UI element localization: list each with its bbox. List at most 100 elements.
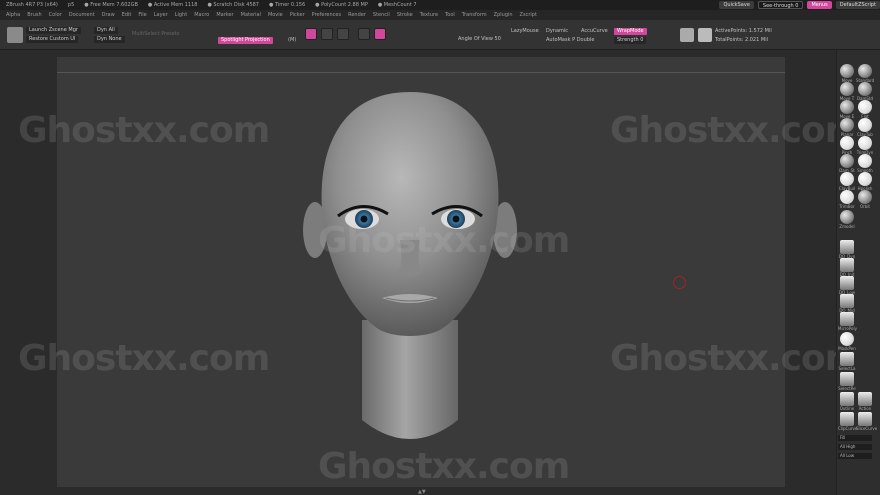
- menu-light[interactable]: Light: [175, 10, 187, 20]
- menu-document[interactable]: Document: [69, 10, 95, 20]
- brush-standard[interactable]: Standard: [856, 64, 874, 83]
- menu-preferences[interactable]: Preferences: [312, 10, 341, 20]
- menu-marker[interactable]: Marker: [216, 10, 233, 20]
- material-swatch-icon[interactable]: [680, 28, 694, 42]
- head-sculpt[interactable]: [300, 90, 520, 450]
- all-high-button[interactable]: All High: [838, 444, 872, 450]
- watermark-text: Ghostxx.com: [610, 110, 862, 151]
- brush-pinch[interactable]: Pinch: [838, 136, 856, 155]
- brush-damstandard[interactable]: DamStd: [856, 82, 874, 101]
- menu-zplugin[interactable]: Zplugin: [494, 10, 513, 20]
- symmetry-x-icon[interactable]: [305, 28, 317, 40]
- document-name: p5: [67, 2, 75, 8]
- brush-trimdynamic[interactable]: TrimDyn: [856, 136, 874, 155]
- active-mem: ● Active Mem 1118: [147, 2, 198, 8]
- menu-color[interactable]: Color: [49, 10, 62, 20]
- brush-move[interactable]: Move: [838, 64, 856, 83]
- brush-outline[interactable]: Outline: [838, 392, 856, 411]
- watermark-text: Ghostxx.com: [18, 110, 270, 151]
- menu-transform[interactable]: Transform: [462, 10, 487, 20]
- spotlight-key-label: (M): [288, 37, 297, 43]
- brush-action[interactable]: Action: [856, 392, 874, 411]
- total-points-label: TotalPoints: 2.021 Mil: [715, 37, 768, 43]
- dyn-all-button[interactable]: Dyn All: [94, 27, 118, 34]
- brush-claytubes[interactable]: ClayTub: [856, 118, 874, 137]
- menu-draw[interactable]: Draw: [102, 10, 115, 20]
- active-points-label: ActivePoints: 1.572 Mil: [715, 28, 772, 34]
- bottom-tray-handle-icon[interactable]: ▲▼: [418, 489, 426, 495]
- polycount: ● PolyCount 2.88 MP: [315, 2, 368, 8]
- timer: ● Timer 0.156: [269, 2, 306, 8]
- watermark-text: Ghostxx.com: [318, 446, 570, 487]
- quicksave-button[interactable]: QuickSave: [719, 1, 754, 9]
- wrapmode-button[interactable]: WrapMode: [614, 28, 647, 35]
- menu-tool[interactable]: Tool: [445, 10, 455, 20]
- meshcount: ● MeshCount 7: [377, 2, 417, 8]
- all-low-button[interactable]: All Low: [838, 453, 872, 459]
- menu-render[interactable]: Render: [348, 10, 366, 20]
- brush-slicecurve[interactable]: SliceCurve: [856, 412, 877, 431]
- brush-do-init[interactable]: DO_Init: [838, 258, 856, 277]
- symmetry-y-icon[interactable]: [321, 28, 333, 40]
- menu-file[interactable]: File: [138, 10, 146, 20]
- menu-brush[interactable]: Brush: [27, 10, 41, 20]
- scratch-disk: ● Scratch Disk 4587: [207, 2, 259, 8]
- symmetry-z-icon[interactable]: [337, 28, 349, 40]
- menus-button[interactable]: Menus: [807, 1, 832, 9]
- brush-move-topological[interactable]: Move T: [838, 82, 856, 101]
- fill-button[interactable]: Fill: [838, 435, 872, 441]
- menu-edit[interactable]: Edit: [122, 10, 132, 20]
- restore-custom-button[interactable]: Restore Custom UI: [26, 36, 79, 43]
- menu-texture[interactable]: Texture: [420, 10, 438, 20]
- angle-of-view-slider[interactable]: Angle Of View 50: [458, 36, 501, 43]
- lazymouse-button[interactable]: LazyMouse: [511, 28, 539, 35]
- menu-layer[interactable]: Layer: [154, 10, 168, 20]
- dynamic-button[interactable]: Dynamic: [546, 28, 568, 35]
- brush-dam-standard[interactable]: Dam_St: [838, 154, 856, 173]
- color-swatch-icon[interactable]: [698, 28, 712, 42]
- brush-do-mid[interactable]: DO_Mid: [838, 294, 856, 313]
- brush-flat[interactable]: Flat: [856, 100, 874, 119]
- brush-trimborder[interactable]: TrimBor: [838, 190, 856, 209]
- strength-slider[interactable]: Strength 0: [614, 37, 647, 44]
- menu-material[interactable]: Material: [241, 10, 261, 20]
- canvas-top-rule: [57, 72, 785, 73]
- dyn-none-button[interactable]: Dyn None: [94, 36, 125, 43]
- brush-hpolish[interactable]: Hpolish: [856, 172, 874, 191]
- seethrough-slider[interactable]: See-through 0: [757, 1, 804, 9]
- menu-macro[interactable]: Macro: [194, 10, 209, 20]
- brush-clipcurve[interactable]: ClipCurve: [838, 412, 857, 431]
- brush-do-low[interactable]: DO_Low: [838, 276, 856, 295]
- brush-planar[interactable]: Planar: [838, 118, 856, 137]
- title-bar: ZBrush 4R7 P3 (x64) p5 ● Free Mem 7.602G…: [0, 0, 880, 10]
- menu-stencil[interactable]: Stencil: [373, 10, 390, 20]
- menu-picker[interactable]: Picker: [290, 10, 305, 20]
- accucurve-button[interactable]: AccuCurve: [581, 28, 608, 35]
- brush-orbit[interactable]: Orbit: [856, 190, 874, 209]
- menu-zscript[interactable]: Zscript: [520, 10, 537, 20]
- brush-do-dynamic[interactable]: DO_Dyn: [838, 240, 856, 259]
- launch-zscene-button[interactable]: Launch Zscene Mgr: [26, 27, 81, 34]
- free-mem: ● Free Mem 7.602GB: [84, 2, 138, 8]
- home-tile-icon[interactable]: [7, 27, 23, 43]
- brush-claybuildup[interactable]: ClayBuil: [838, 172, 856, 191]
- menu-movie[interactable]: Movie: [268, 10, 283, 20]
- local-symmetry-icon[interactable]: [358, 28, 370, 40]
- brush-smooth[interactable]: Smooth: [856, 154, 874, 173]
- watermark-text: Ghostxx.com: [610, 338, 862, 379]
- brush-zmodeler[interactable]: Zmodel: [838, 210, 856, 229]
- brush-move-elastic[interactable]: Move E: [838, 100, 856, 119]
- brush-selectlasso[interactable]: SelectLa: [838, 352, 856, 371]
- default-zscript-button[interactable]: DefaultZScript: [835, 1, 880, 9]
- watermark-text: Ghostxx.com: [318, 220, 570, 261]
- multiselect-label: MultiSelect Presets: [132, 31, 180, 37]
- brush-micropoly[interactable]: MicroPoly: [838, 312, 857, 331]
- spotlight-projection-button[interactable]: Spotlight Projection: [218, 37, 273, 44]
- automask-button[interactable]: AutoMask P Double: [546, 37, 594, 44]
- brush-selectrect[interactable]: SelectRe: [838, 372, 856, 391]
- top-shelf: Launch Zscene Mgr Restore Custom UI Dyn …: [0, 20, 880, 50]
- gizmo-icon[interactable]: [374, 28, 386, 40]
- menu-alpha[interactable]: Alpha: [6, 10, 20, 20]
- brush-maskpen[interactable]: MaskPen: [838, 332, 856, 351]
- menu-stroke[interactable]: Stroke: [397, 10, 413, 20]
